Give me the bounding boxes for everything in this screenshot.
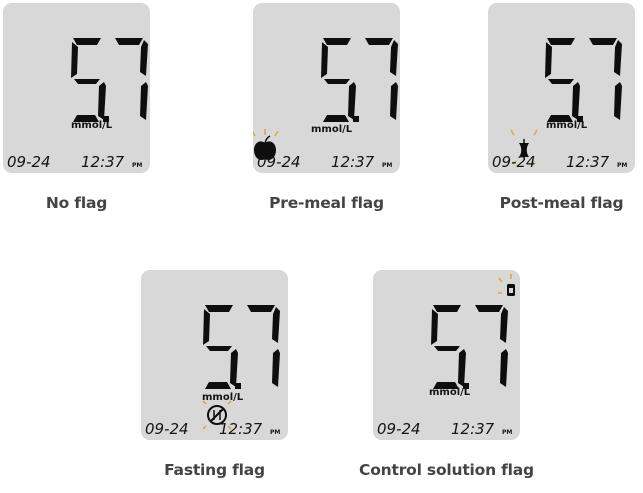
unit-label: mmol/L <box>71 120 113 131</box>
segment-g <box>74 79 100 84</box>
segment-a <box>475 305 503 312</box>
lcd-screen: mmol/L 09-24 12:37 PM <box>373 270 520 440</box>
segment-d <box>323 115 349 122</box>
lcd-screen: mmol/L 09-24 12:37 PM <box>3 3 150 173</box>
date-display: 09-24 <box>7 153 51 171</box>
lcd-screen: mmol/L 09-24 12:37 PM <box>141 270 288 440</box>
segment-d <box>205 382 231 389</box>
unit-label: mmol/L <box>546 120 588 131</box>
time-display: 12:37 <box>81 153 125 171</box>
caption: Post-meal flag <box>499 194 624 212</box>
segment-f <box>545 42 552 78</box>
caption: Pre-meal flag <box>269 194 384 212</box>
time-display: 12:37 <box>219 420 263 438</box>
decimal-point <box>353 116 359 122</box>
segment-f <box>321 42 328 78</box>
segment-a <box>73 38 101 45</box>
unit-label: mmol/L <box>202 392 244 403</box>
panel-post-meal: mmol/L 09-24 12:37 PM Post-meal flag <box>488 3 635 218</box>
date-display: 09-24 <box>377 420 421 438</box>
lcd-screen: mmol/L 09-24 12:37 PM <box>488 3 635 173</box>
unit-label: mmol/L <box>429 387 471 398</box>
decimal-point <box>235 383 241 389</box>
meridiem-indicator: PM <box>382 162 392 169</box>
segment-a <box>589 38 617 45</box>
unit-label: mmol/L <box>311 124 353 135</box>
segment-f <box>203 309 210 345</box>
segment-a <box>115 38 143 45</box>
segment-a <box>323 38 351 45</box>
lcd-screen: mmol/L 09-24 12:37 PM <box>253 3 400 173</box>
segment-f <box>71 42 78 78</box>
panel-fasting: mmol/L 09-24 12:37 PM Fasting flag <box>141 270 288 485</box>
segment-g <box>434 346 460 351</box>
time-display: 12:37 <box>331 153 375 171</box>
time-display: 12:37 <box>566 153 610 171</box>
lcd-background <box>373 270 520 440</box>
segment-a <box>433 305 461 312</box>
segment-a <box>365 38 393 45</box>
time-display: 12:37 <box>451 420 495 438</box>
caption: No flag <box>45 194 108 212</box>
caption: Fasting flag <box>164 461 265 479</box>
meridiem-indicator: PM <box>132 162 142 169</box>
meridiem-indicator: PM <box>502 429 512 436</box>
segment-g <box>206 346 232 351</box>
lcd-background <box>488 3 635 173</box>
caption: Control solution flag <box>359 461 534 479</box>
panel-pre-meal: mmol/L 09-24 12:37 PM Pre-meal flag <box>253 3 400 218</box>
meridiem-indicator: PM <box>270 429 280 436</box>
segment-a <box>205 305 233 312</box>
segment-f <box>431 309 438 345</box>
date-display: 09-24 <box>257 153 301 171</box>
segment-g <box>324 79 350 84</box>
segment-a <box>547 38 575 45</box>
segment-a <box>247 305 275 312</box>
date-display: 09-24 <box>145 420 189 438</box>
meridiem-indicator: PM <box>617 162 627 169</box>
lcd-background <box>3 3 150 173</box>
panel-no-flag: mmol/L 09-24 12:37 PM No flag <box>3 3 150 218</box>
segment-g <box>548 79 574 84</box>
panel-control: mmol/L 09-24 12:37 PM Control solution f… <box>359 270 534 485</box>
date-display: 09-24 <box>492 153 536 171</box>
